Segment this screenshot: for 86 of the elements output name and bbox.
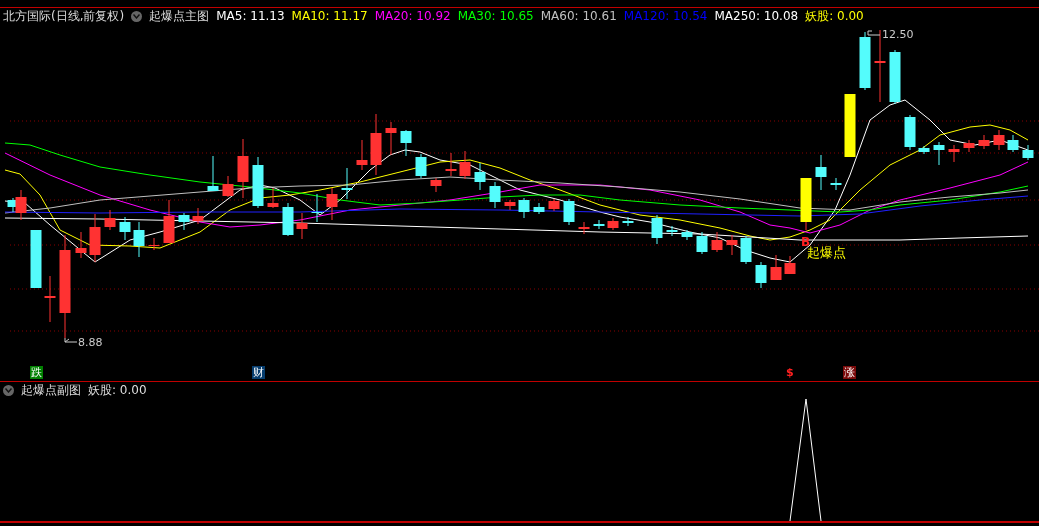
candlestick <box>44 275 56 323</box>
candlestick <box>800 177 812 231</box>
candlestick <box>726 234 738 256</box>
candlestick <box>844 93 856 158</box>
candlestick <box>889 49 901 105</box>
candlestick <box>696 231 708 255</box>
candlestick <box>651 214 663 245</box>
candlestick <box>593 219 605 230</box>
candlestick <box>400 129 412 157</box>
indicator-value: MA20: 10.92 <box>374 9 451 23</box>
candlestick <box>311 193 323 223</box>
indicator-name[interactable]: 起爆点副图 <box>21 382 81 399</box>
candlestick <box>341 167 353 200</box>
event-marker[interactable]: $ <box>785 366 795 379</box>
high-price-label: 12.50 <box>867 28 914 41</box>
candlestick <box>666 225 678 237</box>
event-marker[interactable]: 涨 <box>843 366 856 379</box>
candlestick <box>237 138 249 199</box>
collapse-toggle-icon[interactable] <box>131 10 143 22</box>
candlestick <box>548 198 560 212</box>
candlestick <box>89 213 101 263</box>
candlestick <box>755 261 767 289</box>
event-marker[interactable]: 财 <box>252 366 265 379</box>
candlestick <box>815 154 827 191</box>
indicator-value: MA30: 10.65 <box>457 9 534 23</box>
candlestick <box>370 113 382 176</box>
signal-label: 起爆点 <box>807 245 846 260</box>
candlestick <box>192 207 204 225</box>
candlestick <box>518 197 530 219</box>
candlestick <box>133 221 145 258</box>
candlestick <box>681 229 693 241</box>
candlestick <box>859 31 871 91</box>
candlestick <box>830 177 842 191</box>
candlestick <box>119 216 131 241</box>
candlestick <box>30 229 42 289</box>
candlestick <box>267 187 279 209</box>
candlestick <box>711 231 723 253</box>
candlestick <box>163 199 175 244</box>
candlestick <box>504 199 516 211</box>
candlestick <box>489 181 501 209</box>
indicator-name[interactable]: 起爆点主图 <box>149 7 210 25</box>
candlestick <box>1007 134 1019 153</box>
candlestick <box>607 217 619 231</box>
indicator-value: 妖股: 0.00 <box>88 382 147 399</box>
candlestick <box>563 198 575 226</box>
candlestick <box>784 255 796 275</box>
candlestick <box>933 141 945 166</box>
candlestick <box>222 175 234 198</box>
indicator-value: MA5: 11.13 <box>216 9 285 23</box>
candlestick <box>75 231 87 259</box>
candlestick <box>459 150 471 180</box>
candlestick <box>474 162 486 191</box>
candlestick <box>904 114 916 151</box>
candlestick <box>252 156 264 209</box>
candlestick <box>356 139 368 171</box>
candlestick <box>430 177 442 193</box>
candlestick <box>296 212 308 240</box>
indicator-value: MA120: 10.54 <box>623 9 708 23</box>
candlestick <box>207 155 219 192</box>
candlestick <box>963 139 975 153</box>
candlestick <box>104 209 116 231</box>
stock-title: 北方国际(日线,前复权) <box>3 7 125 25</box>
indicator-value: MA250: 10.08 <box>714 9 799 23</box>
collapse-toggle-icon[interactable] <box>3 385 14 396</box>
candlestick <box>148 237 160 251</box>
candlestick <box>326 187 338 221</box>
indicator-value: 妖股: 0.00 <box>805 7 864 25</box>
candlestick <box>533 202 545 215</box>
candlestick <box>1022 144 1034 161</box>
candlestick <box>978 134 990 150</box>
indicator-value: MA60: 10.61 <box>540 9 617 23</box>
candlestick <box>622 216 634 227</box>
candlestick <box>948 144 960 163</box>
candlestick <box>578 221 590 235</box>
candlestick <box>993 129 1005 151</box>
candlestick <box>740 235 752 265</box>
event-marker[interactable]: 跌 <box>30 366 43 379</box>
candlestick <box>282 202 294 237</box>
low-price-label: 8.88 <box>64 336 103 349</box>
candlestick <box>918 145 930 155</box>
candlestick <box>415 153 427 179</box>
candlestick <box>445 152 457 177</box>
candlestick <box>178 212 190 231</box>
candlestick <box>770 254 782 281</box>
candlestick <box>385 121 397 156</box>
indicator-value: MA10: 11.17 <box>291 9 368 23</box>
